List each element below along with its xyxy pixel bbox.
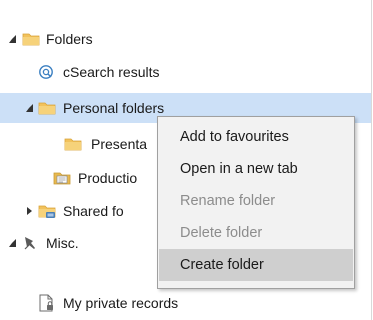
expand-toggle-icon[interactable] bbox=[7, 34, 17, 44]
menu-item-open-in-new-tab[interactable]: Open in a new tab bbox=[158, 153, 354, 185]
tree-item-my-private-records[interactable]: My private records bbox=[0, 288, 371, 318]
tree-item-folders[interactable]: Folders bbox=[0, 24, 371, 54]
pin-icon bbox=[22, 235, 40, 251]
folder-icon bbox=[22, 31, 40, 47]
menu-item-add-to-favourites[interactable]: Add to favourites bbox=[158, 121, 354, 153]
tree-item-label: Presenta bbox=[91, 136, 148, 152]
collapse-toggle-icon[interactable] bbox=[24, 206, 34, 216]
tree-item-label: My private records bbox=[63, 295, 179, 311]
tree-item-label: Shared fo bbox=[63, 203, 124, 219]
private-record-icon bbox=[38, 294, 56, 312]
menu-item-rename-folder[interactable]: Rename folder bbox=[158, 185, 354, 217]
menu-item-delete-folder[interactable]: Delete folder bbox=[158, 217, 354, 249]
context-menu: Add to favourites Open in a new tab Rena… bbox=[157, 116, 355, 289]
tree-item-label: Productio bbox=[78, 170, 138, 186]
tree-item-label: Misc. bbox=[46, 235, 79, 251]
tree-item-presentations[interactable]: Presenta bbox=[0, 129, 160, 159]
tree-item-production[interactable]: Productio bbox=[0, 163, 160, 193]
shared-folder-icon bbox=[38, 203, 56, 219]
tree-item-label: Personal folders bbox=[63, 100, 165, 116]
expand-toggle-icon[interactable] bbox=[24, 103, 34, 113]
folder-icon bbox=[64, 136, 82, 152]
tree-item-label: Folders bbox=[46, 31, 93, 47]
tree-item-misc[interactable]: Misc. bbox=[0, 228, 160, 258]
menu-item-create-folder[interactable]: Create folder bbox=[159, 249, 353, 281]
folder-icon bbox=[38, 100, 56, 116]
tree-item-shared-folders[interactable]: Shared fo bbox=[0, 196, 160, 226]
search-results-icon bbox=[38, 64, 56, 80]
production-folder-icon bbox=[53, 170, 71, 186]
tree-item-label: cSearch results bbox=[63, 64, 160, 80]
tree-item-csearch-results[interactable]: cSearch results bbox=[0, 57, 371, 87]
expand-toggle-icon[interactable] bbox=[7, 238, 17, 248]
